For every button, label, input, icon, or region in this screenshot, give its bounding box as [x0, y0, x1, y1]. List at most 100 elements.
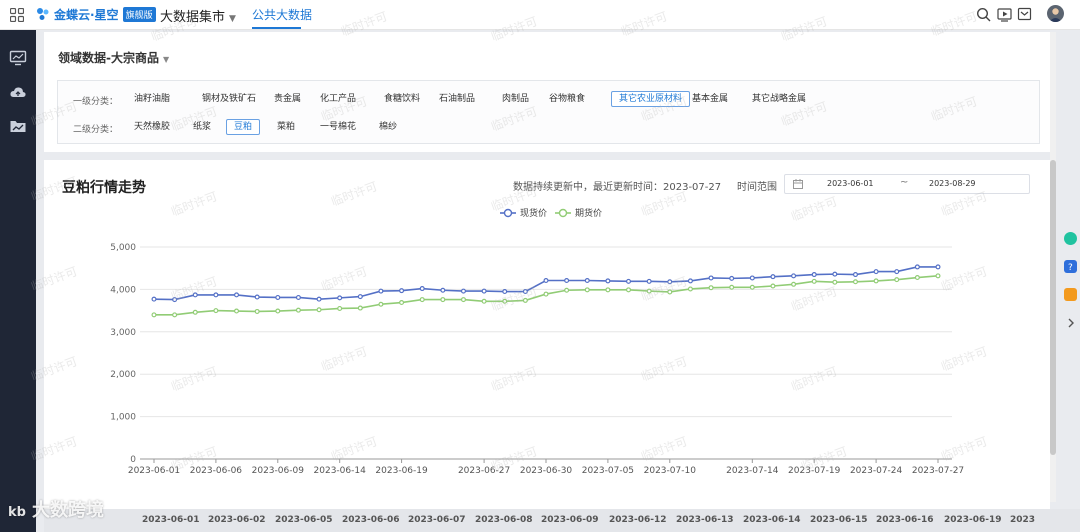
data-point [460, 288, 466, 294]
data-point [192, 309, 198, 315]
data-point [894, 277, 900, 283]
x-tick-label: 2023-06-27 [458, 466, 510, 476]
table-column-header: 2023-06-12 [609, 515, 667, 525]
range-start-input[interactable]: 2023-06-01 [827, 179, 874, 188]
cloud-icon[interactable] [9, 84, 27, 100]
category-chip[interactable]: 石油制品 [431, 91, 483, 107]
search-icon[interactable] [976, 7, 991, 22]
table-column-header: 2023-06-01 [142, 515, 200, 525]
help-icon[interactable]: ? [1064, 260, 1077, 273]
data-point [440, 287, 446, 293]
data-point [234, 292, 240, 298]
x-tick-label: 2023-07-14 [726, 466, 779, 476]
data-point [254, 308, 260, 314]
category-chip[interactable]: 食糖饮料 [376, 91, 428, 107]
chat-icon[interactable] [1064, 232, 1077, 245]
category-chip[interactable]: 油籽油脂 [126, 91, 178, 107]
x-tick-label: 2023-06-30 [520, 466, 573, 476]
category-chip[interactable]: 其它战略金属 [744, 91, 814, 107]
table-column-header: 2023-06-13 [676, 515, 734, 525]
page-scrollbar-thumb[interactable] [1050, 160, 1056, 455]
data-point [357, 305, 363, 311]
range-end-input[interactable]: 2023-08-29 [929, 179, 976, 188]
table-column-header: 2023-06-09 [541, 515, 599, 525]
category-chip[interactable]: 肉制品 [494, 91, 537, 107]
chevron-down-icon: ▼ [229, 14, 236, 24]
data-point [687, 286, 693, 292]
x-tick-label: 2023-06-06 [190, 466, 243, 476]
level2-label: 二级分类： [73, 125, 119, 135]
subcategory-chip[interactable]: 菜粕 [269, 119, 303, 135]
chevron-right-icon[interactable] [1067, 318, 1075, 328]
caret-down-icon: ▼ [162, 55, 170, 64]
data-point [749, 275, 755, 281]
data-point [192, 292, 198, 298]
category-chip[interactable]: 钢材及铁矿石 [194, 91, 264, 107]
data-point [914, 264, 920, 270]
data-point [564, 277, 570, 283]
data-point [708, 275, 714, 281]
data-point [172, 312, 178, 318]
data-point [357, 294, 363, 300]
x-tick-label: 2023-07-27 [912, 466, 964, 476]
data-point [584, 287, 590, 293]
category-chip[interactable]: 其它农业原材料 [611, 91, 691, 107]
data-point [172, 297, 178, 303]
tab-public-big-data[interactable]: 公共大数据 [252, 6, 312, 23]
corner-watermark: kb 大数跨境 [8, 496, 104, 522]
y-tick-label: 5,000 [110, 243, 136, 253]
data-point [213, 292, 219, 298]
x-tick-label: 2023-07-10 [644, 466, 697, 476]
data-point [543, 291, 549, 297]
x-tick-label: 2023-06-19 [375, 466, 428, 476]
subcategory-chip[interactable]: 一号棉花 [312, 119, 364, 135]
app-grid-icon[interactable] [10, 8, 24, 22]
category-chip[interactable]: 谷物粮食 [541, 91, 593, 107]
video-play-icon[interactable] [997, 7, 1012, 22]
data-point [852, 272, 858, 278]
domain-filter-panel: 领域数据-大宗商品 ▼ 一级分类： 二级分类： 油籽油脂 钢材及铁矿石 贵金属 化工产品… [44, 32, 1056, 152]
message-icon[interactable] [1017, 7, 1032, 22]
subcategory-chip[interactable]: 纸浆 [185, 119, 219, 135]
table-column-header: 2023-06-07 [408, 515, 466, 525]
table-column-header: 2023-06-19 [944, 515, 1002, 525]
data-point [832, 279, 838, 285]
legend-label: 现货价 [520, 207, 547, 219]
top-bar: 金蝶云·星空 旗舰版 大数据集市 ▼ 公共大数据 [0, 0, 1080, 30]
y-tick-label: 4,000 [110, 285, 136, 295]
brand-logo[interactable]: 金蝶云·星空 旗舰版 [36, 4, 156, 24]
nav-big-data-market-label: 大数据集市 [160, 10, 226, 25]
data-point [832, 271, 838, 277]
table-column-header: 2023-06-08 [475, 515, 533, 525]
data-point [791, 281, 797, 287]
domain-title: 领域数据-大宗商品 [58, 51, 159, 65]
x-tick-label: 2023-07-05 [582, 466, 634, 476]
subcategory-chip[interactable]: 天然橡胶 [126, 119, 178, 135]
data-point [935, 273, 941, 279]
data-point [770, 274, 776, 280]
monitor-icon[interactable] [9, 50, 27, 66]
data-point [522, 297, 528, 303]
data-point [646, 278, 652, 284]
logo-icon [37, 8, 49, 20]
category-chip[interactable]: 贵金属 [266, 91, 309, 107]
table-column-header: 2023 [1010, 515, 1036, 525]
data-point [234, 308, 240, 314]
data-point [378, 301, 384, 307]
category-chip[interactable]: 基本金属 [684, 91, 736, 107]
domain-selector[interactable]: 领域数据-大宗商品 ▼ [58, 49, 169, 66]
nav-big-data-market[interactable]: 大数据集市 ▼ [160, 6, 236, 25]
subcategory-chip[interactable]: 豆粕 [226, 119, 261, 135]
data-table-header: 2023-06-01 2023-06-02 2023-06-05 2023-06-06… [44, 509, 1080, 532]
category-chip[interactable]: 化工产品 [312, 91, 364, 107]
data-point [337, 305, 343, 311]
subcategory-chip[interactable]: 棉纱 [371, 119, 405, 135]
feedback-icon[interactable] [1064, 288, 1077, 301]
legend-label: 期货价 [575, 207, 602, 219]
user-avatar[interactable] [1047, 5, 1064, 22]
data-point [626, 278, 632, 284]
folder-chart-icon[interactable] [9, 118, 27, 134]
data-point [440, 297, 446, 303]
data-point [481, 288, 487, 294]
data-point [667, 279, 673, 285]
